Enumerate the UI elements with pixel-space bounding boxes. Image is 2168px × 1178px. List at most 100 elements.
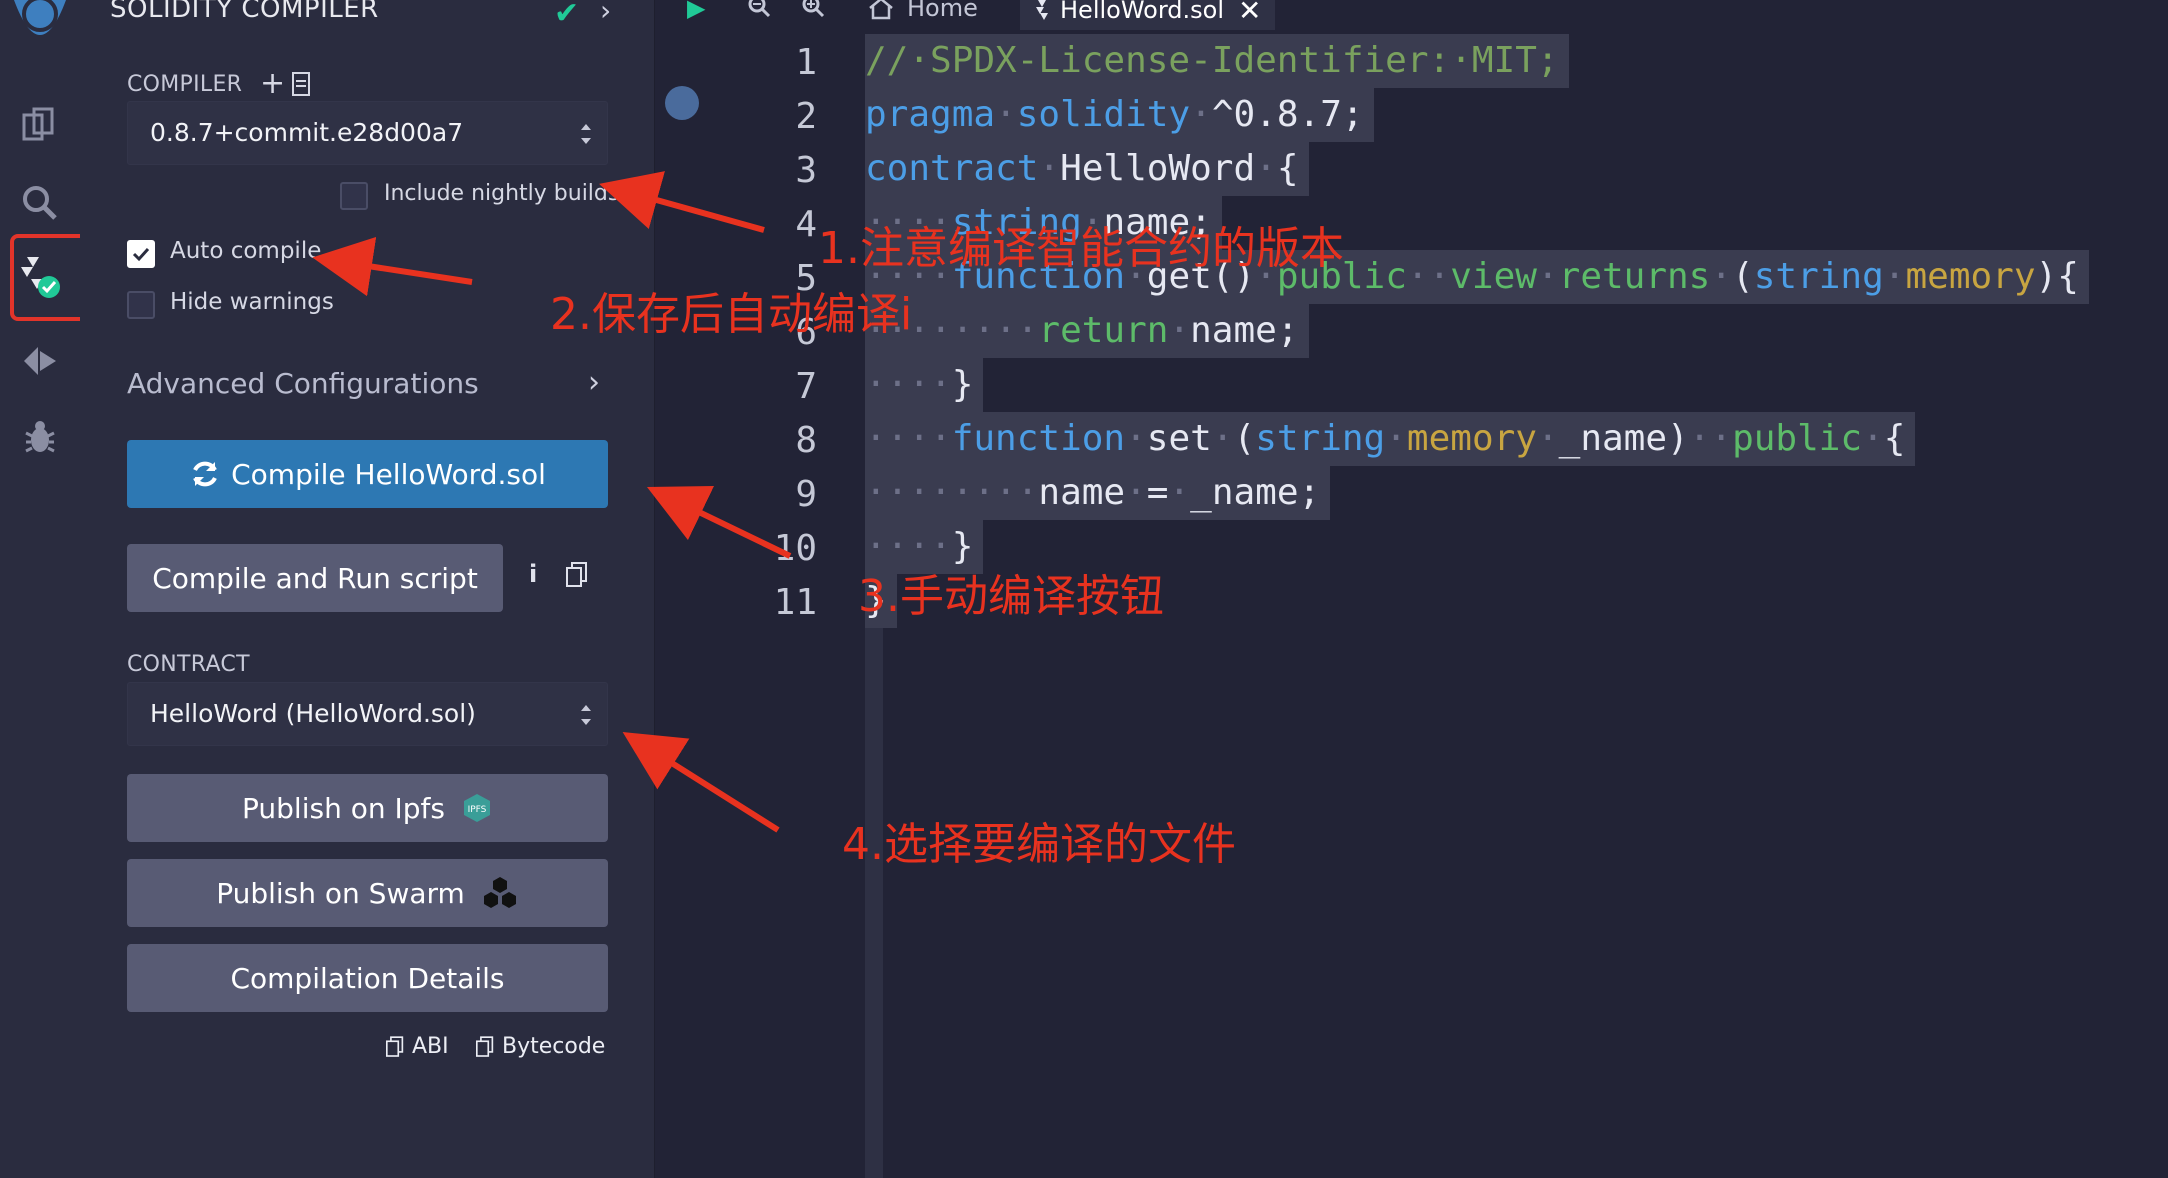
- swarm-icon: [481, 875, 519, 911]
- code-token: ·: [1190, 94, 1212, 135]
- ipfs-icon: IPFS: [461, 792, 493, 824]
- search-icon[interactable]: [0, 178, 80, 228]
- refresh-icon: [193, 461, 217, 487]
- close-tab-icon[interactable]: ✕: [1238, 0, 1261, 27]
- abi-copy-link[interactable]: ABI: [386, 1034, 449, 1059]
- line-number: 9: [795, 474, 817, 515]
- bytecode-label: Bytecode: [502, 1034, 606, 1059]
- home-icon: [869, 0, 893, 20]
- svg-text:IPFS: IPFS: [468, 805, 487, 815]
- code-token: ·: [1125, 418, 1147, 459]
- home-tab-label: Home: [907, 0, 978, 22]
- annotation-2: 2.保存后自动编译i: [550, 289, 913, 340]
- compile-status-check-icon: ✔: [554, 0, 580, 31]
- code-line[interactable]: ····}: [865, 358, 984, 412]
- file-tab[interactable]: HelloWord.sol ✕: [1020, 0, 1276, 30]
- abi-label: ABI: [412, 1034, 449, 1059]
- contract-label: CONTRACT: [127, 652, 250, 677]
- compiler-version-select[interactable]: 0.8.7+commit.e28d00a7: [127, 101, 608, 165]
- code-token: ····: [865, 418, 952, 459]
- code-token: view: [1450, 256, 1537, 297]
- code-token: returns: [1558, 256, 1711, 297]
- contract-value: HelloWord (HelloWord.sol): [150, 699, 476, 728]
- home-tab[interactable]: Home: [867, 0, 978, 22]
- compiler-highlight-box: [10, 234, 91, 321]
- code-token: (: [1233, 418, 1256, 459]
- code-token: ^: [1211, 94, 1234, 135]
- compile-and-run-button[interactable]: Compile and Run script: [127, 544, 503, 612]
- code-token: memory: [1406, 418, 1537, 459]
- code-token: ;: [1341, 94, 1364, 135]
- bytecode-copy-link[interactable]: Bytecode: [476, 1034, 605, 1059]
- code-token: ·: [1862, 418, 1884, 459]
- editor-toolbar: ▶ Home HelloWord.sol ✕: [655, 0, 2168, 30]
- file-explorer-icon[interactable]: [0, 100, 80, 150]
- compilation-details-button[interactable]: Compilation Details: [127, 944, 608, 1012]
- select-arrows-icon: [581, 705, 591, 725]
- code-token: 0.8.7: [1233, 94, 1342, 135]
- annotation-4: 4.选择要编译的文件: [842, 819, 1236, 870]
- debugger-icon[interactable]: [0, 412, 80, 462]
- code-token: string: [1753, 256, 1884, 297]
- code-token: {: [1276, 148, 1299, 189]
- code-token: HelloWord: [1060, 148, 1256, 189]
- deploy-run-icon[interactable]: [0, 336, 80, 386]
- line-number: 3: [795, 150, 817, 191]
- include-nightly-checkbox[interactable]: [340, 182, 368, 210]
- code-token: function: [951, 418, 1126, 459]
- run-script-icon[interactable]: ▶: [687, 0, 705, 22]
- compiler-doc-icon[interactable]: [292, 72, 310, 100]
- line-number: 11: [773, 582, 817, 623]
- panel-chevron-icon[interactable]: ›: [600, 0, 611, 27]
- line-number: 4: [795, 204, 817, 245]
- compile-button[interactable]: Compile HelloWord.sol: [127, 440, 608, 508]
- code-token: ): [2035, 256, 2058, 297]
- line-number: 8: [795, 420, 817, 461]
- include-nightly-label: Include nightly builds: [384, 181, 620, 206]
- line-gutter: 1 2 3 4 5 6 7 8 9 10 11: [655, 36, 865, 1178]
- code-line[interactable]: ····function·set·(string·memory·_name)··…: [865, 412, 1916, 466]
- code-line[interactable]: ········return·name;: [865, 304, 1309, 358]
- compiler-panel: SOLIDITY COMPILER ✔ › COMPILER + 0.8.7+c…: [80, 0, 655, 1178]
- compile-and-run-label: Compile and Run script: [152, 561, 478, 595]
- code-token: name: [1038, 472, 1126, 513]
- code-token: ·: [1038, 148, 1061, 189]
- code-token: ·: [1255, 148, 1277, 189]
- annotation-1: 1.注意编译智能合约的版本: [818, 223, 1344, 274]
- line-number: 10: [773, 528, 817, 569]
- code-token: _name): [1558, 418, 1689, 459]
- zoom-in-icon[interactable]: [801, 0, 825, 24]
- annotation-3: 3.手动编译按钮: [858, 571, 1164, 622]
- code-token: pragma: [865, 94, 996, 135]
- zoom-out-icon[interactable]: [747, 0, 771, 24]
- code-token: ·: [1536, 418, 1559, 459]
- code-token: =: [1146, 472, 1169, 513]
- code-token: //·SPDX-License-Identifier:·MIT;: [865, 40, 1559, 81]
- code-token: memory: [1905, 256, 2036, 297]
- code-line[interactable]: pragma·solidity·^0.8.7;: [865, 88, 1374, 142]
- code-line[interactable]: //·SPDX-License-Identifier:·MIT;: [865, 34, 1569, 88]
- publish-ipfs-label: Publish on Ipfs: [242, 791, 445, 825]
- publish-ipfs-button[interactable]: Publish on Ipfs IPFS: [127, 774, 608, 842]
- compiler-label: COMPILER: [127, 72, 243, 97]
- hide-warnings-label: Hide warnings: [170, 289, 334, 315]
- copy-icon: [476, 1035, 494, 1057]
- advanced-configurations-toggle[interactable]: Advanced Configurations: [127, 367, 479, 400]
- copy-script-icon[interactable]: [566, 562, 588, 592]
- code-token: ····: [865, 364, 952, 405]
- code-token: ········: [865, 472, 1039, 513]
- advanced-chevron-icon[interactable]: ›: [588, 365, 600, 400]
- auto-compile-checkbox[interactable]: [127, 240, 155, 268]
- code-line[interactable]: contract·HelloWord·{: [865, 142, 1309, 196]
- code-line[interactable]: ········name·=·_name;: [865, 466, 1331, 520]
- contract-select[interactable]: HelloWord (HelloWord.sol): [127, 682, 608, 746]
- icon-rail: [0, 0, 91, 1178]
- add-compiler-icon[interactable]: +: [260, 66, 285, 101]
- code-token: ·: [1385, 418, 1407, 459]
- code-token: ··: [1406, 256, 1451, 297]
- remix-logo-icon[interactable]: [0, 0, 80, 60]
- hide-warnings-checkbox[interactable]: [127, 291, 155, 319]
- publish-swarm-button[interactable]: Publish on Swarm: [127, 859, 608, 927]
- copy-icon: [386, 1035, 404, 1057]
- info-icon[interactable]: i: [529, 560, 537, 588]
